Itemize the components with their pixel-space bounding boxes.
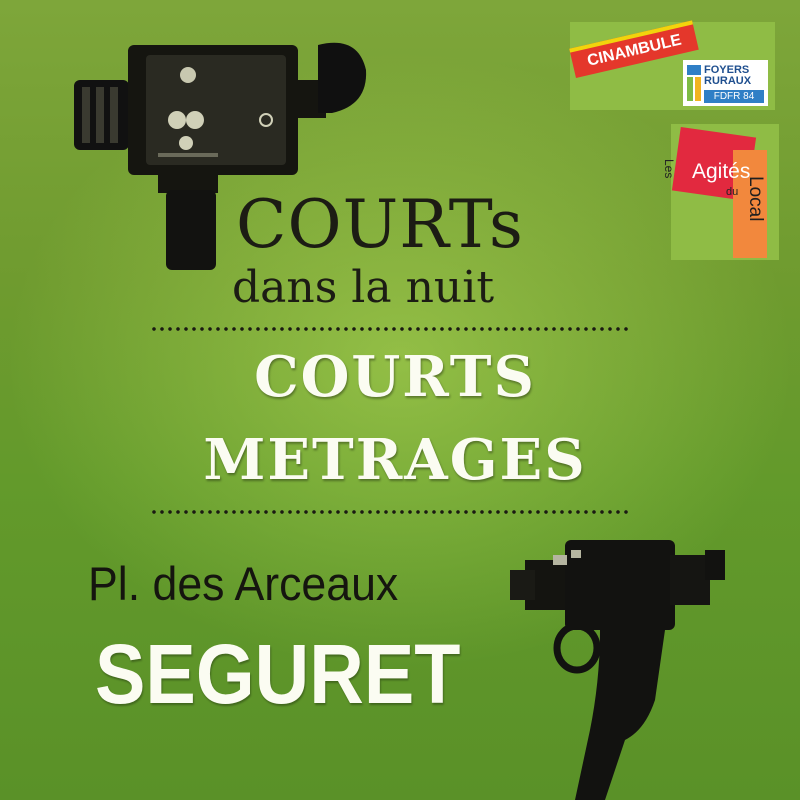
series-title: COURTs (236, 186, 524, 263)
agites-les-label: Les (662, 159, 676, 179)
poster: COURTs dans la nuit COURTS METRAGES Pl. … (0, 0, 800, 800)
agites-du-label: du (726, 186, 739, 198)
dotted-divider (150, 509, 630, 515)
agites-main-label: Agités (692, 160, 751, 183)
headline-line-1: COURTS (254, 344, 536, 410)
dotted-divider (150, 326, 630, 332)
agites-local-label: Local (745, 176, 766, 222)
foyers-line-2: RURAUX (704, 75, 752, 87)
foyers-ruraux-logo: FOYERS RURAUX FDFR 84 (683, 60, 768, 106)
venue-place: Pl. des Arceaux (88, 557, 399, 610)
venue-town: SEGURET (95, 627, 461, 721)
foyers-line-3: FDFR 84 (704, 90, 764, 103)
handheld-camera-icon (510, 540, 725, 800)
foyers-ruraux-mark-icon (687, 65, 701, 101)
headline-line-2: METRAGES (203, 427, 587, 493)
series-subtitle: dans la nuit (232, 262, 495, 313)
